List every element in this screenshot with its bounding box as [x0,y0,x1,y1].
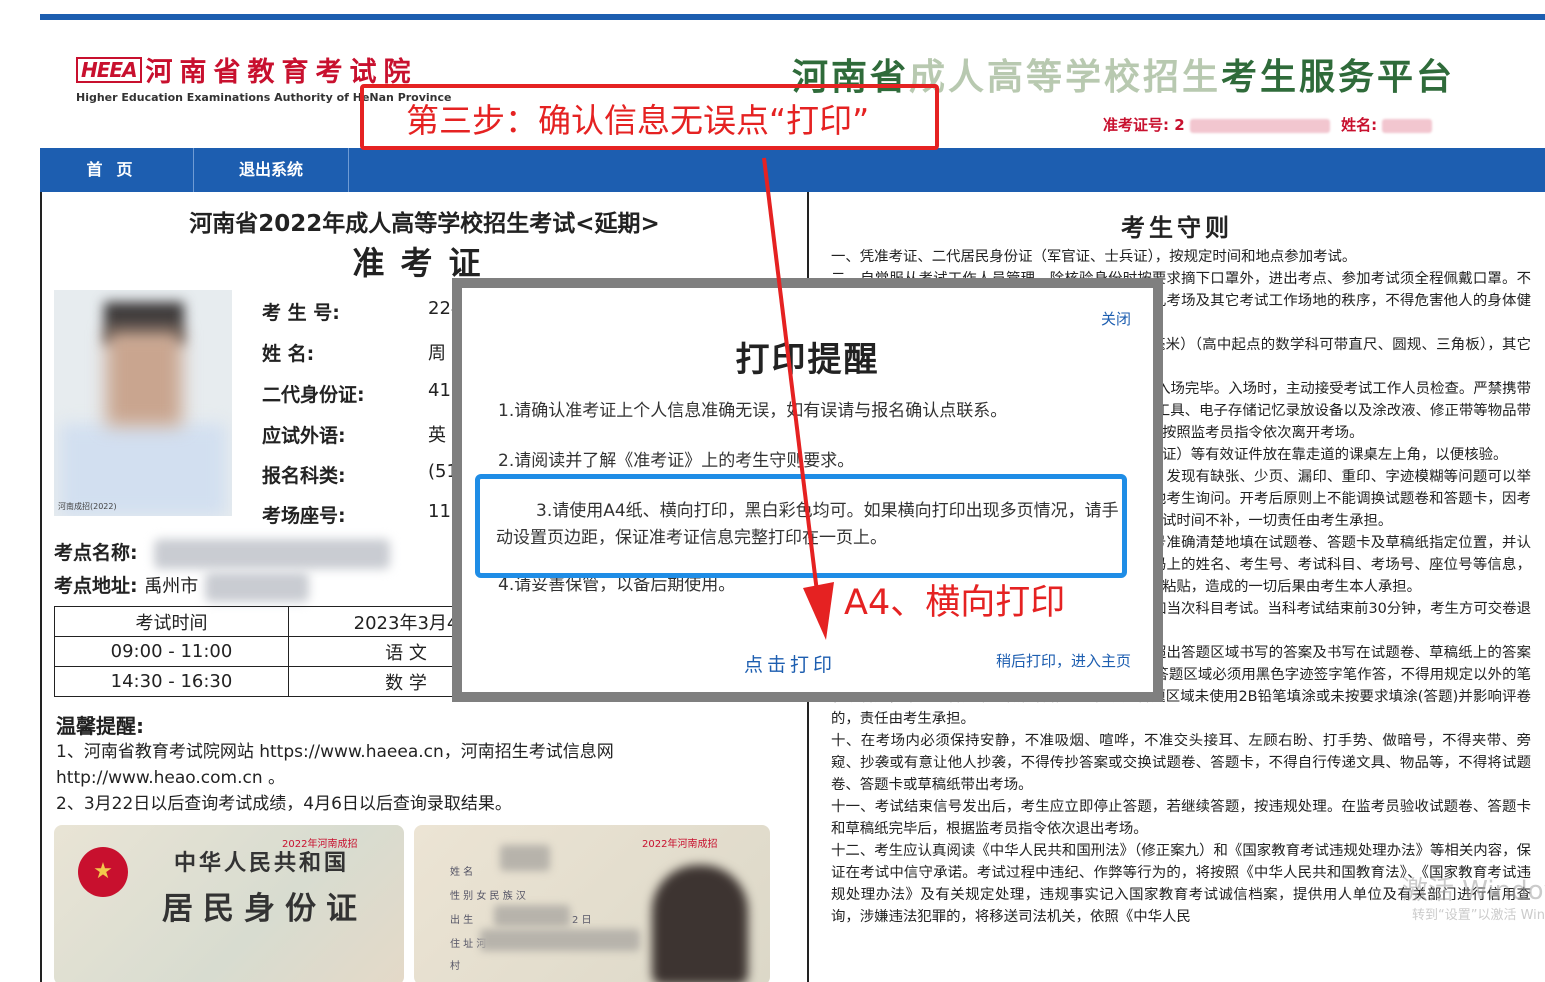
id-card-date-suffix: 2 日 [572,915,592,926]
national-emblem-icon: ★ [78,847,128,897]
tip-line-1: 1、河南省教育考试院网站 https://www.haeea.cn，河南招生考试… [56,742,614,762]
id-card-back: 2022年河南成招 姓 名 性 别 女 民 族 汉 出 生 住 址 河 村 2 … [414,825,770,982]
field-label-seat: 考场座号: [262,505,346,527]
table-header-time: 考试时间 [54,606,289,637]
site-name-row: 考点名称: [54,538,391,569]
rule-paragraph: 一、凭准考证、二代居民身份证（军官证、士兵证），按规定时间和地点参加考试。 [831,249,1357,265]
logo-mark: HEEA [76,56,142,83]
windows-activation-watermark: 激活 Windows [1402,876,1545,906]
name-label: 姓名: [1341,116,1378,134]
dialog-close-button[interactable]: 关闭 [1101,308,1131,329]
rule-paragraph: 十、在考场内必须保持安静，不准吸烟、喧哗，不准交头接耳、左顾右盼、打手势、做暗号… [831,733,1531,793]
a4-annotation: A4、横向打印 [844,583,1066,623]
id-card-field: 出 生 [450,915,474,926]
tip-line-3: 2、3月22日以后查询考试成绩，4月6日以后查询录取结果。 [56,794,512,814]
site-address-label: 考点地址: [54,575,138,597]
dialog-line-1: 1.请确认准考证上个人信息准确无误，如有误请与报名确认点联系。 [498,401,1008,421]
print-later-link[interactable]: 稍后打印，进入主页 [996,650,1131,671]
a4-highlight-box [475,474,1127,578]
field-value-name: 周 [428,343,446,364]
site-address-value: 禹州市 [144,576,199,597]
main-nav: 首页 退出系统 [40,148,1545,192]
page: HEEA 河南省教育考试院 Higher Education Examinatio… [0,0,1545,982]
table-cell-time: 14:30 - 16:30 [54,666,289,697]
field-label-exam-no: 考 生 号: [262,302,340,324]
tip-line-2: http://www.heao.com.cn 。 [56,768,286,788]
site-address-row: 考点地址: 禹州市 [54,571,309,602]
admission-no-redacted [1189,118,1330,133]
dialog-line-2: 2.请阅读并了解《准考证》上的考生守则要求。 [498,451,855,471]
rules-title: 考生守则 [1121,214,1233,242]
id-card-nation: 中华人民共和国 [174,851,350,876]
dialog-title: 打印提醒 [735,340,880,380]
site-name-label: 考点名称: [54,542,138,564]
field-label-language: 应试外语: [262,425,346,447]
id-card-field: 性 别 女 民 族 汉 [450,891,526,902]
id-card-title: 居民身份证 [162,891,367,927]
platform-title-part3: 考生服务平台 [1221,57,1456,98]
ticket-title: 河南省2022年成人高等学校招生考试<延期> [189,211,660,237]
id-card-stamp: 2022年河南成招 [642,839,718,850]
field-label-name: 姓 名: [262,343,315,365]
user-info: 准考证号: 2 姓名: [1103,114,1433,135]
field-value-id: 41 [428,380,451,401]
nav-logout[interactable]: 退出系统 [194,148,349,192]
id-card-front: ★ 2022年河南成招 中华人民共和国 居民身份证 [54,825,404,982]
windows-activation-hint: 转到“设置”以激活 Windows。 [1412,908,1545,923]
name-redacted [1382,118,1433,133]
photo-caption: 河南成招(2022) [58,502,117,511]
field-value-language: 英 [428,425,446,446]
id-card-redacted [494,905,570,927]
field-label-id: 二代身份证: [262,384,365,406]
id-card-field: 姓 名 [450,867,474,878]
candidate-photo: 河南成招(2022) [54,290,232,516]
rule-paragraph: 十一、考试结束信号发出后，考生应立即停止答题，若继续答题，按违规处理。在监考员验… [831,799,1531,837]
step3-annotation: 第三步：确认信息无误点“打印” [406,101,870,140]
site-address-redacted [204,571,309,602]
id-card-photo [652,865,748,982]
site-name-redacted [154,538,391,569]
table-cell-time: 09:00 - 11:00 [54,636,289,667]
id-card-redacted [480,929,640,951]
tips-title: 温馨提醒: [56,714,144,738]
id-card-field: 村 [450,961,460,972]
id-card-redacted [500,845,550,871]
print-button[interactable]: 点击打印 [744,650,836,677]
field-label-category: 报名科类: [262,465,346,487]
nav-home[interactable]: 首页 [40,148,194,192]
platform-title-part2: 成人高等学校招生 [909,57,1222,98]
admission-no-label: 准考证号: 2 [1103,116,1185,134]
